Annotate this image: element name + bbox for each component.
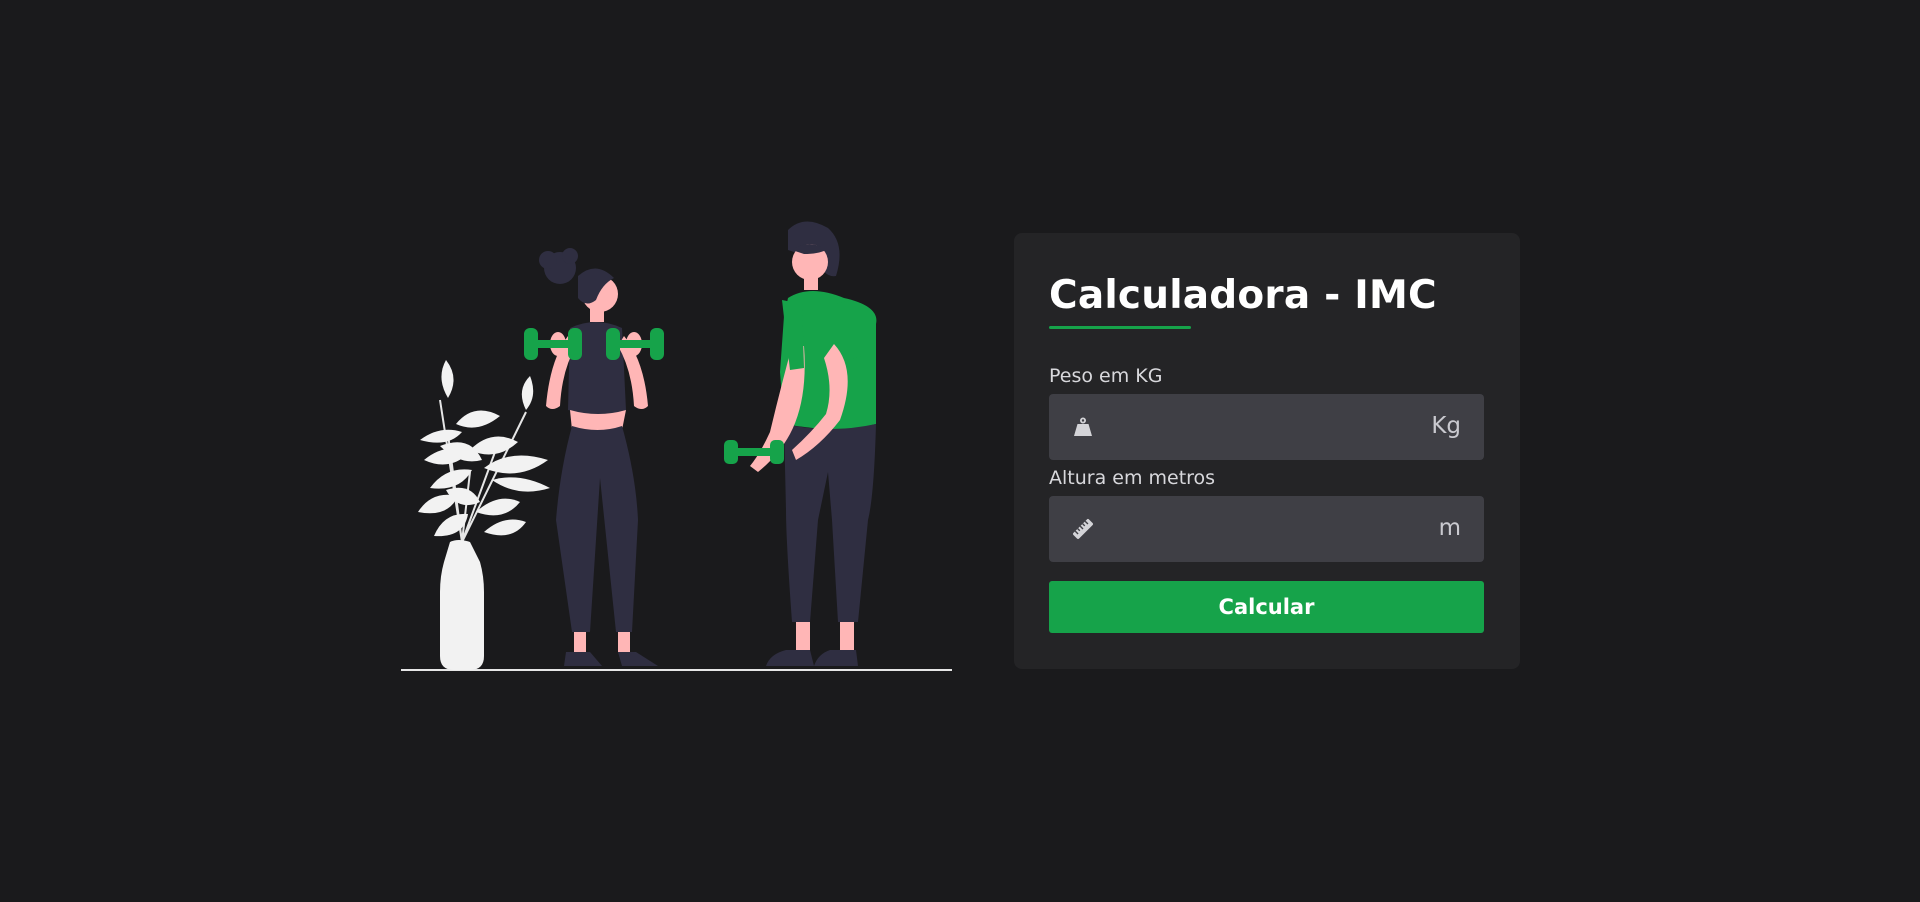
weight-field[interactable] (1049, 393, 1484, 460)
page: Calculadora - IMC Peso em KG Kg Altura e… (0, 0, 1920, 902)
weight-unit: Kg (1431, 412, 1461, 439)
height-unit: m (1438, 514, 1461, 541)
weight-label: Peso em KG (1049, 364, 1163, 387)
height-input-box[interactable]: m (1049, 495, 1484, 562)
imc-calculator-card: Calculadora - IMC Peso em KG Kg Altura e… (1014, 233, 1520, 669)
height-field[interactable] (1049, 495, 1484, 562)
title-underline (1049, 325, 1191, 329)
page-title: Calculadora - IMC (1049, 273, 1437, 318)
calculate-button[interactable]: Calcular (1049, 580, 1484, 633)
weight-input-box[interactable]: Kg (1049, 393, 1484, 460)
height-label: Altura em metros (1049, 466, 1216, 489)
workout-illustration (400, 220, 954, 672)
